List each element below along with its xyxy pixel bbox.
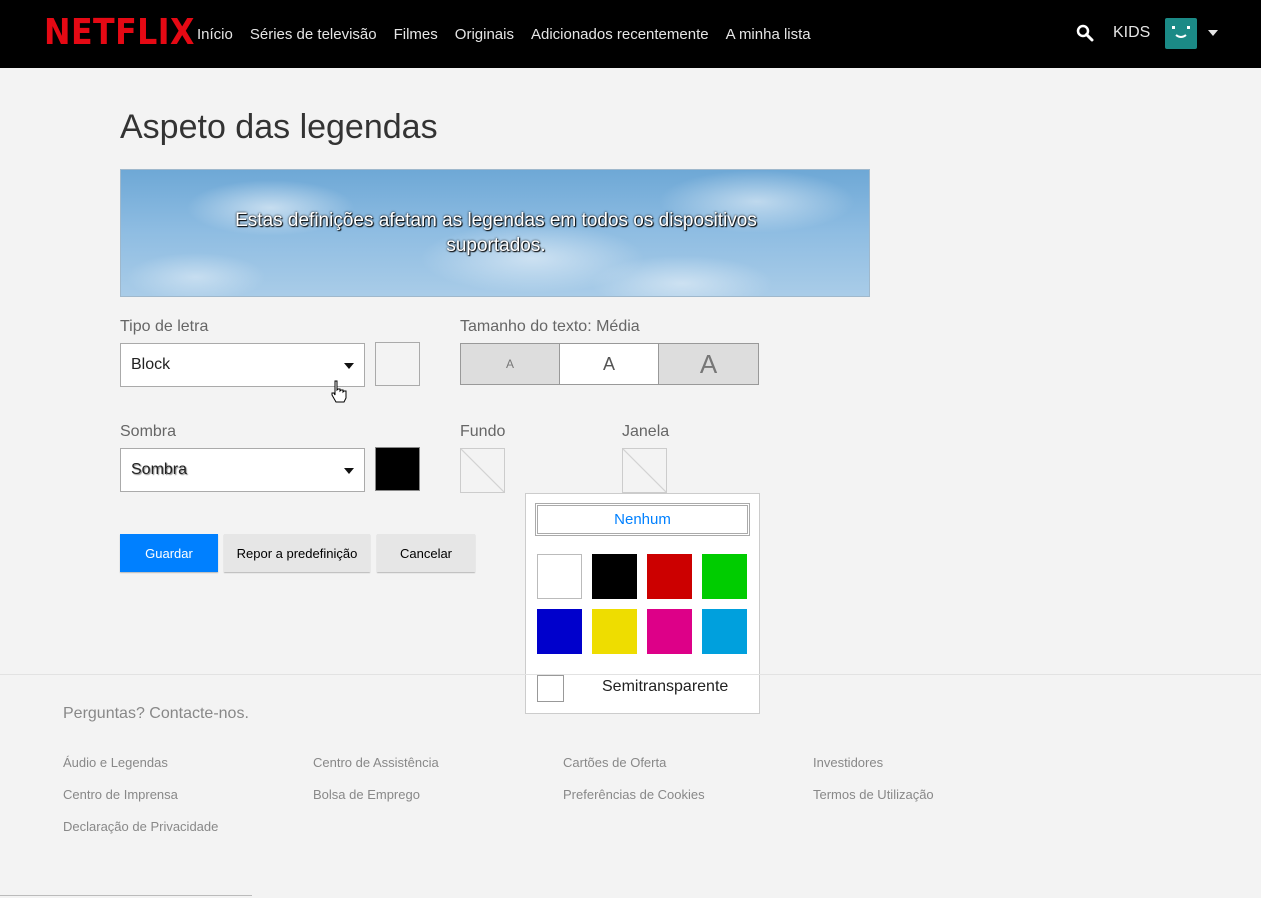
main-nav: Início Séries de televisão Filmes Origin… — [197, 0, 828, 68]
semitransparent-label: Semitransparente — [602, 678, 729, 695]
shadow-color-swatch[interactable] — [375, 447, 420, 491]
footer-contact-link[interactable]: Perguntas? Contacte-nos. — [63, 705, 249, 723]
footer-link-cookie-preferences[interactable]: Preferências de Cookies — [563, 787, 705, 802]
profile-avatar[interactable] — [1165, 18, 1197, 49]
color-option-magenta[interactable] — [647, 609, 692, 654]
font-select-value: Block — [131, 356, 171, 373]
hand-cursor-icon — [331, 380, 347, 403]
footer-link-privacy[interactable]: Declaração de Privacidade — [63, 819, 218, 834]
footer-link-media-center[interactable]: Centro de Imprensa — [63, 787, 178, 802]
nav-tv-series[interactable]: Séries de televisão — [250, 26, 377, 43]
shadow-select-value: Sombra — [131, 461, 188, 478]
nav-recently-added[interactable]: Adicionados recentemente — [531, 26, 709, 43]
color-option-red[interactable] — [647, 554, 692, 599]
profile-dropdown-caret-icon[interactable] — [1208, 30, 1218, 36]
color-option-white[interactable] — [537, 554, 582, 599]
smiley-icon — [1172, 26, 1190, 38]
color-none-option[interactable]: Nenhum — [535, 503, 750, 536]
text-size-group: A A A — [460, 343, 759, 385]
shadow-select[interactable]: Sombra — [120, 448, 365, 492]
window-color-swatch[interactable] — [622, 448, 667, 493]
background-label: Fundo — [460, 423, 506, 440]
top-nav-bar: NETFLIX Início Séries de televisão Filme… — [0, 0, 1261, 68]
color-picker-popup: Nenhum Semitransparente — [525, 493, 760, 714]
footer-link-audio-subtitles[interactable]: Áudio e Legendas — [63, 755, 168, 770]
text-size-large[interactable]: A — [659, 344, 758, 384]
reset-default-button[interactable]: Repor a predefinição — [224, 534, 370, 572]
netflix-logo[interactable]: NETFLIX — [44, 13, 195, 53]
nav-originals[interactable]: Originais — [455, 26, 514, 43]
color-option-yellow[interactable] — [592, 609, 637, 654]
cancel-button[interactable]: Cancelar — [377, 534, 475, 572]
font-label: Tipo de letra — [120, 318, 209, 335]
color-option-blue[interactable] — [537, 609, 582, 654]
footer-link-gift-cards[interactable]: Cartões de Oferta — [563, 755, 666, 770]
page-title: Aspeto das legendas — [120, 108, 438, 146]
chevron-down-icon — [344, 363, 354, 369]
text-size-small[interactable]: A — [461, 344, 560, 384]
footer-link-help-center[interactable]: Centro de Assistência — [313, 755, 439, 770]
font-color-swatch[interactable] — [375, 342, 420, 386]
footer-divider — [0, 674, 1261, 675]
nav-home[interactable]: Início — [197, 26, 233, 43]
semitransparent-checkbox[interactable] — [537, 675, 564, 702]
color-option-cyan[interactable] — [702, 609, 747, 654]
save-button[interactable]: Guardar — [120, 534, 218, 572]
background-color-swatch[interactable] — [460, 448, 505, 493]
chevron-down-icon — [344, 468, 354, 474]
nav-movies[interactable]: Filmes — [394, 26, 438, 43]
banner-text: Estas definições afetam as legendas em t… — [235, 210, 757, 256]
shadow-label: Sombra — [120, 423, 177, 440]
preview-banner: Estas definições afetam as legendas em t… — [120, 169, 870, 297]
color-option-black[interactable] — [592, 554, 637, 599]
bottom-divider — [0, 895, 252, 896]
footer-link-jobs[interactable]: Bolsa de Emprego — [313, 787, 420, 802]
nav-my-list[interactable]: A minha lista — [726, 26, 811, 43]
footer-link-terms-of-use[interactable]: Termos de Utilização — [813, 787, 934, 802]
font-select[interactable]: Block — [120, 343, 365, 387]
text-size-medium[interactable]: A — [560, 344, 659, 384]
search-icon[interactable] — [1076, 24, 1094, 42]
kids-link[interactable]: KIDS — [1113, 24, 1150, 42]
color-option-green[interactable] — [702, 554, 747, 599]
window-label: Janela — [622, 423, 670, 440]
text-size-label: Tamanho do texto: Média — [460, 318, 640, 335]
footer-link-investors[interactable]: Investidores — [813, 755, 883, 770]
